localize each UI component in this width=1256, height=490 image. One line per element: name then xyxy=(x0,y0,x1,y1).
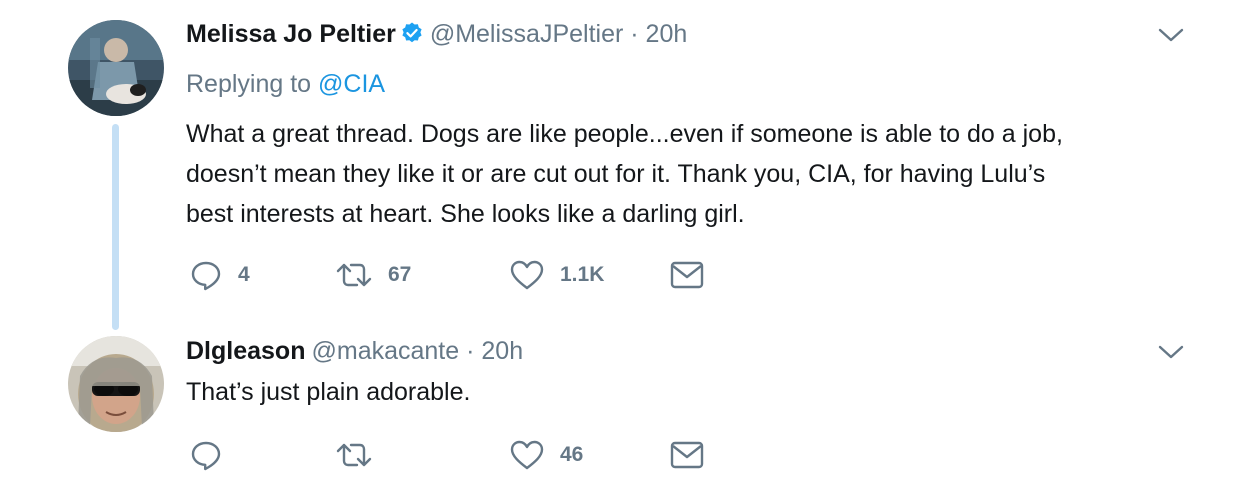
retweet-button[interactable]: 67 xyxy=(336,258,411,292)
avatar[interactable] xyxy=(68,336,164,432)
like-count: 1.1K xyxy=(560,263,605,286)
envelope-icon xyxy=(670,441,704,469)
like-count: 46 xyxy=(560,443,584,466)
verified-badge-icon xyxy=(400,21,424,52)
avatar[interactable] xyxy=(68,20,164,116)
tweet-header: Melissa Jo Peltier @MelissaJPeltier · 20h xyxy=(186,19,687,52)
reply-button[interactable] xyxy=(190,438,238,472)
tweet-text-line: doesn’t mean they like it or are cut out… xyxy=(186,160,1046,188)
avatar-photo xyxy=(68,336,164,432)
tweet-text-line: That’s just plain adorable. xyxy=(186,378,471,406)
chevron-down-icon[interactable] xyxy=(1156,337,1186,367)
timestamp[interactable]: 20h xyxy=(481,337,523,365)
heart-icon xyxy=(510,260,544,290)
tweet-text-line: best interests at heart. She looks like … xyxy=(186,200,745,228)
like-button[interactable]: 46 xyxy=(510,438,583,472)
handle[interactable]: @makacante xyxy=(311,337,459,365)
reply-icon xyxy=(191,261,221,291)
mention-link[interactable]: @CIA xyxy=(318,70,385,98)
avatar-photo xyxy=(68,20,164,116)
retweet-icon xyxy=(336,443,372,467)
direct-message-button[interactable] xyxy=(670,438,704,472)
replying-to: Replying to @CIA xyxy=(186,68,385,100)
tweet[interactable]: Dlgleason @makacante · 20h That’s just pl… xyxy=(0,320,1256,490)
reply-icon xyxy=(191,441,221,471)
tweet-text: What a great thread. Dogs are like peopl… xyxy=(186,114,1216,234)
reply-count: 4 xyxy=(238,263,250,286)
tweet-text: That’s just plain adorable. xyxy=(186,376,1216,408)
chevron-down-icon[interactable] xyxy=(1156,20,1186,50)
thread-connector xyxy=(112,124,119,330)
separator: · xyxy=(630,20,639,48)
tweet-header: Dlgleason @makacante · 20h xyxy=(186,336,523,366)
heart-icon xyxy=(510,440,544,470)
handle[interactable]: @MelissaJPeltier xyxy=(430,20,623,48)
retweet-count: 67 xyxy=(388,263,412,286)
reply-button[interactable]: 4 xyxy=(190,258,250,292)
replying-label: Replying to xyxy=(186,70,312,98)
like-button[interactable]: 1.1K xyxy=(510,258,604,292)
timestamp[interactable]: 20h xyxy=(646,20,688,48)
display-name[interactable]: Dlgleason xyxy=(186,337,305,365)
envelope-icon xyxy=(670,261,704,289)
direct-message-button[interactable] xyxy=(670,258,704,292)
separator: · xyxy=(466,337,475,365)
tweet[interactable]: Melissa Jo Peltier @MelissaJPeltier · 20h… xyxy=(0,0,1256,330)
retweet-button[interactable] xyxy=(336,438,388,472)
tweet-text-line: What a great thread. Dogs are like peopl… xyxy=(186,120,1063,148)
display-name[interactable]: Melissa Jo Peltier xyxy=(186,20,396,48)
retweet-icon xyxy=(336,263,372,287)
